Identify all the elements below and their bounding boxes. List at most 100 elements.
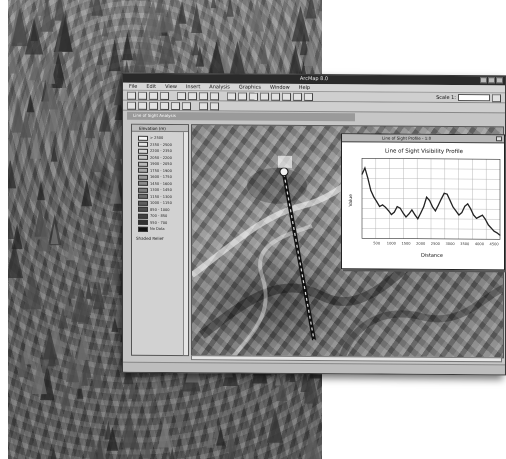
tree-silhouette	[155, 0, 164, 13]
legend-swatch	[138, 135, 148, 141]
save-icon[interactable]	[149, 91, 158, 100]
surface-icon[interactable]	[210, 101, 219, 110]
document-tab[interactable]: Line of Sight Analysis	[127, 111, 355, 122]
layer-icon[interactable]	[199, 101, 208, 110]
tree-silhouette	[50, 447, 57, 459]
draw-line-icon[interactable]	[149, 101, 158, 110]
open-icon[interactable]	[138, 91, 147, 100]
profile-graph-icon[interactable]	[182, 101, 191, 110]
tree-silhouette	[50, 144, 58, 162]
tree-silhouette	[31, 186, 38, 202]
tree-silhouette	[60, 384, 71, 407]
tree-silhouette	[101, 279, 109, 295]
full-extent-icon[interactable]	[260, 92, 269, 101]
profile-data-point	[496, 232, 498, 234]
menu-window[interactable]: Window	[270, 84, 290, 91]
profile-data-point	[364, 167, 366, 169]
scale-input[interactable]	[458, 94, 490, 102]
tree-silhouette	[266, 407, 284, 443]
menu-view[interactable]: View	[165, 83, 177, 90]
tree-silhouette	[85, 281, 92, 299]
profile-data-point	[370, 189, 372, 191]
legend-item-label: 2050 - 2200	[150, 155, 172, 160]
legend-scrollbar[interactable]	[183, 132, 188, 356]
tree-silhouette	[288, 45, 303, 78]
legend-item-label: > 2500	[150, 136, 164, 141]
legend-item-label: 1600 - 1750	[150, 175, 172, 180]
menu-help[interactable]: Help	[299, 84, 310, 91]
tree-silhouette	[108, 39, 121, 72]
text-icon[interactable]	[138, 101, 147, 110]
identify-icon[interactable]	[271, 92, 280, 101]
zoom-out-icon[interactable]	[238, 91, 247, 101]
arrow-icon[interactable]	[127, 101, 136, 110]
profile-close-button[interactable]	[496, 136, 502, 142]
legend-swatch	[138, 174, 148, 180]
tree-silhouette	[82, 216, 89, 233]
x-tick-label: 1000	[387, 242, 397, 246]
y-axis-label: Value	[348, 194, 354, 207]
maximize-button[interactable]	[488, 77, 495, 84]
profile-data-point	[429, 199, 431, 201]
profile-data-point	[484, 218, 486, 220]
layer-shaded-relief[interactable]: Shaded Relief	[132, 235, 188, 240]
observer-point-icon[interactable]	[279, 167, 289, 177]
menu-file[interactable]: File	[129, 83, 137, 90]
tree-silhouette	[101, 21, 108, 37]
chart-title: Line of Sight Visibility Profile	[385, 148, 464, 155]
profile-data-point	[402, 212, 404, 214]
legend-header[interactable]: Elevation (m)	[132, 124, 188, 133]
document-title: Line of Sight Analysis	[133, 112, 176, 119]
legend-item-label: 1150 - 1300	[150, 194, 172, 199]
paste-icon[interactable]	[199, 91, 208, 100]
menu-edit[interactable]: Edit	[146, 83, 156, 90]
undo-icon[interactable]	[210, 91, 219, 100]
minimize-button[interactable]	[480, 77, 487, 84]
tree-silhouette	[110, 262, 122, 286]
copy-icon[interactable]	[188, 91, 197, 100]
profile-window-title: Line of Sight Profile - 1:0	[382, 135, 432, 141]
hyperlink-icon[interactable]	[304, 92, 313, 101]
tree-silhouette	[36, 0, 46, 16]
layer-label: Shaded Relief	[136, 235, 164, 241]
profile-data-point	[487, 224, 489, 226]
profile-data-point	[467, 203, 469, 205]
legend-swatch	[138, 200, 148, 206]
gis-application-window: ArcMap 8.0 File Edit View Insert Analysi…	[122, 72, 506, 376]
close-button[interactable]	[496, 77, 503, 84]
legend-item-label: 1000 - 1150	[150, 201, 172, 206]
menu-graphics[interactable]: Graphics	[239, 83, 261, 90]
profile-data-point	[493, 230, 495, 232]
menu-insert[interactable]: Insert	[186, 83, 200, 90]
map-horizontal-scrollbar[interactable]	[191, 355, 502, 363]
status-bar	[123, 361, 505, 375]
tree-silhouette	[122, 32, 133, 61]
x-tick-label: 2000	[416, 242, 426, 246]
profile-data-point	[399, 207, 401, 209]
tree-silhouette	[36, 180, 45, 201]
print-icon[interactable]	[160, 91, 169, 100]
tree-silhouette	[8, 215, 15, 239]
menu-analysis[interactable]: Analysis	[209, 83, 230, 90]
line-of-sight-icon[interactable]	[160, 101, 169, 110]
legend-item-label: 1900 - 2050	[150, 162, 172, 167]
tree-silhouette	[155, 373, 163, 393]
x-tick-label: 3500	[460, 242, 470, 246]
tree-silhouette	[66, 238, 75, 261]
contour-icon[interactable]	[171, 101, 180, 110]
legend-swatch	[138, 213, 148, 219]
legend-swatch	[138, 148, 148, 154]
legend-item-label: 2200 - 2350	[150, 149, 172, 154]
legend-item-label: No Data	[150, 227, 165, 232]
new-icon[interactable]	[127, 91, 136, 100]
help-icon[interactable]	[492, 93, 501, 102]
tree-silhouette	[26, 94, 35, 113]
pan-icon[interactable]	[249, 92, 258, 101]
measure-icon[interactable]	[293, 92, 302, 101]
select-icon[interactable]	[282, 92, 291, 101]
tree-silhouette	[81, 178, 93, 207]
legend-item-label: 1300 - 1450	[150, 188, 172, 193]
tree-silhouette	[248, 444, 255, 459]
cut-icon[interactable]	[177, 91, 186, 100]
zoom-in-icon[interactable]	[227, 91, 236, 100]
